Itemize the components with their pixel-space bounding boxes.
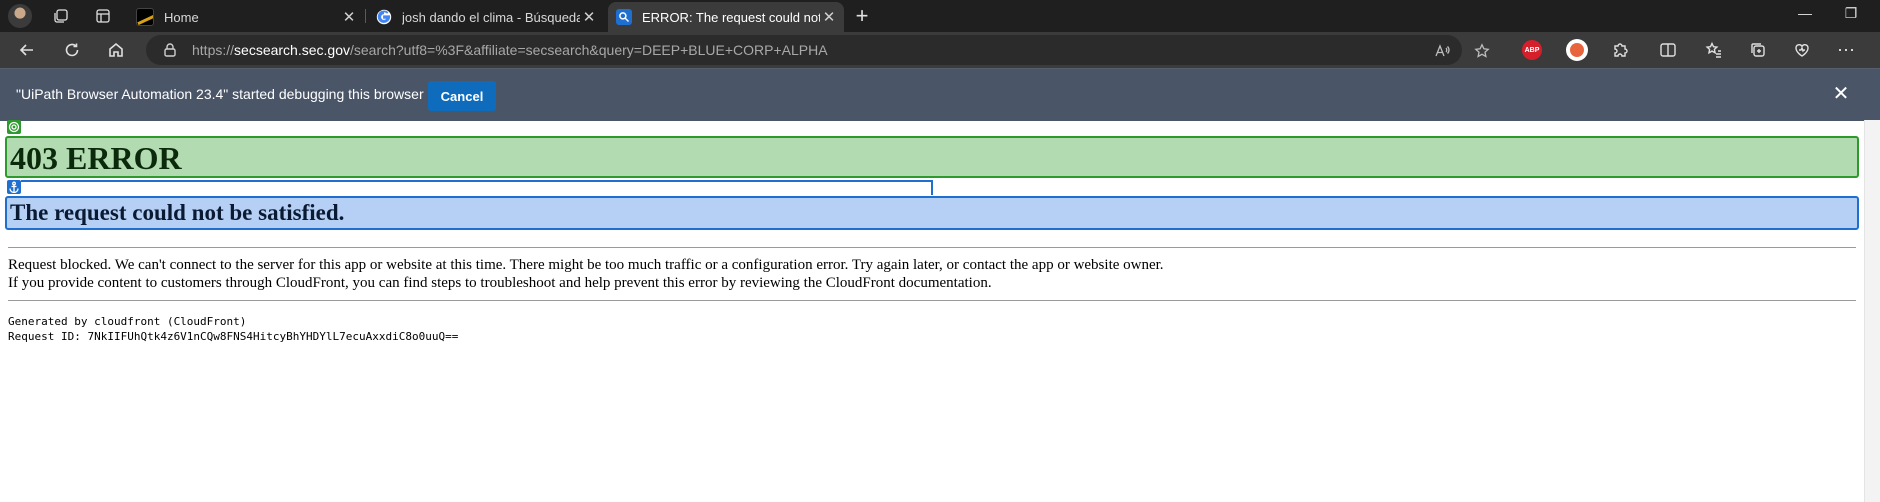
lock-icon[interactable]: [162, 42, 178, 58]
url-text[interactable]: https://secsearch.sec.gov/search?utf8=%3…: [192, 42, 828, 58]
minimize-icon[interactable]: —: [1790, 5, 1820, 21]
collections-icon[interactable]: [1746, 38, 1770, 62]
tab-home[interactable]: Home ✕: [128, 2, 364, 32]
tab-title: josh dando el clima - Búsqueda de Google: [402, 9, 580, 25]
new-tab-button[interactable]: +: [850, 3, 874, 29]
refresh-icon[interactable]: [60, 38, 84, 62]
tab-title: ERROR: The request could not be satisfie…: [642, 9, 820, 25]
divider: [8, 247, 1856, 248]
extensions-puzzle-icon[interactable]: [1608, 38, 1632, 62]
tab-strip: Home ✕ josh dando el clima - Búsqueda de…: [0, 0, 1880, 32]
google-icon: [376, 9, 392, 25]
uipath-target-icon: [7, 120, 21, 134]
generated-by-text: Generated by cloudfront (CloudFront): [8, 315, 247, 328]
debugging-infobar: "UiPath Browser Automation 23.4" started…: [0, 68, 1880, 121]
home-tab-favicon: [136, 8, 154, 26]
url-host: secsearch.sec.gov: [234, 42, 350, 58]
error-description: Request blocked. We can't connect to the…: [8, 257, 1164, 273]
cancel-button[interactable]: Cancel: [428, 81, 496, 111]
close-icon[interactable]: ✕: [1830, 83, 1852, 105]
workspaces-icon[interactable]: [50, 5, 72, 27]
adblock-plus-icon[interactable]: ABP: [1520, 38, 1544, 62]
cloudfront-note: If you provide content to customers thro…: [8, 275, 992, 291]
navigation-toolbar: https://secsearch.sec.gov/search?utf8=%3…: [0, 32, 1880, 68]
split-screen-icon[interactable]: [1656, 38, 1680, 62]
close-tab-icon[interactable]: ✕: [340, 8, 358, 26]
infobar-message: "UiPath Browser Automation 23.4" started…: [16, 86, 424, 102]
restore-icon[interactable]: ❐: [1836, 5, 1866, 22]
page-content: 403 ERROR The request could not be satis…: [0, 120, 1864, 502]
url-scheme: https://: [192, 42, 235, 58]
tab-error-page[interactable]: ERROR: The request could not be satisfie…: [608, 2, 844, 32]
tab-google-search[interactable]: josh dando el clima - Búsqueda de Google…: [368, 2, 604, 32]
url-path: /search?utf8=%3F&affiliate=secsearch&que…: [349, 42, 828, 58]
tab-title: Home: [164, 9, 199, 25]
vertical-scrollbar[interactable]: [1864, 120, 1880, 502]
error-subheading: The request could not be satisfied.: [5, 196, 1859, 230]
back-arrow-icon[interactable]: [15, 38, 39, 62]
divider: [8, 300, 1856, 301]
extension-edu-icon[interactable]: [1565, 38, 1589, 62]
favorite-star-icon[interactable]: [1473, 42, 1491, 60]
anchor-connector: [21, 180, 932, 182]
close-tab-icon[interactable]: ✕: [820, 8, 838, 26]
search-icon: [616, 9, 632, 25]
tab-separator: [365, 9, 366, 23]
favorites-icon[interactable]: [1702, 38, 1726, 62]
home-icon[interactable]: [104, 38, 128, 62]
abp-badge: ABP: [1522, 40, 1542, 60]
profile-avatar[interactable]: [8, 4, 32, 28]
vertical-tabs-icon[interactable]: [92, 5, 114, 27]
request-id-text: Request ID: 7NkIIFUhQtk4z6V1nCQw8FNS4Hit…: [8, 330, 459, 343]
browser-essentials-icon[interactable]: [1790, 38, 1814, 62]
address-bar[interactable]: https://secsearch.sec.gov/search?utf8=%3…: [146, 35, 1490, 65]
close-tab-icon[interactable]: ✕: [580, 8, 598, 26]
more-options-icon[interactable]: ⋯: [1834, 38, 1858, 62]
uipath-anchor-icon: [7, 180, 21, 194]
anchor-connector: [931, 180, 933, 195]
read-aloud-icon[interactable]: [1433, 42, 1451, 60]
error-heading: 403 ERROR: [5, 136, 1859, 178]
